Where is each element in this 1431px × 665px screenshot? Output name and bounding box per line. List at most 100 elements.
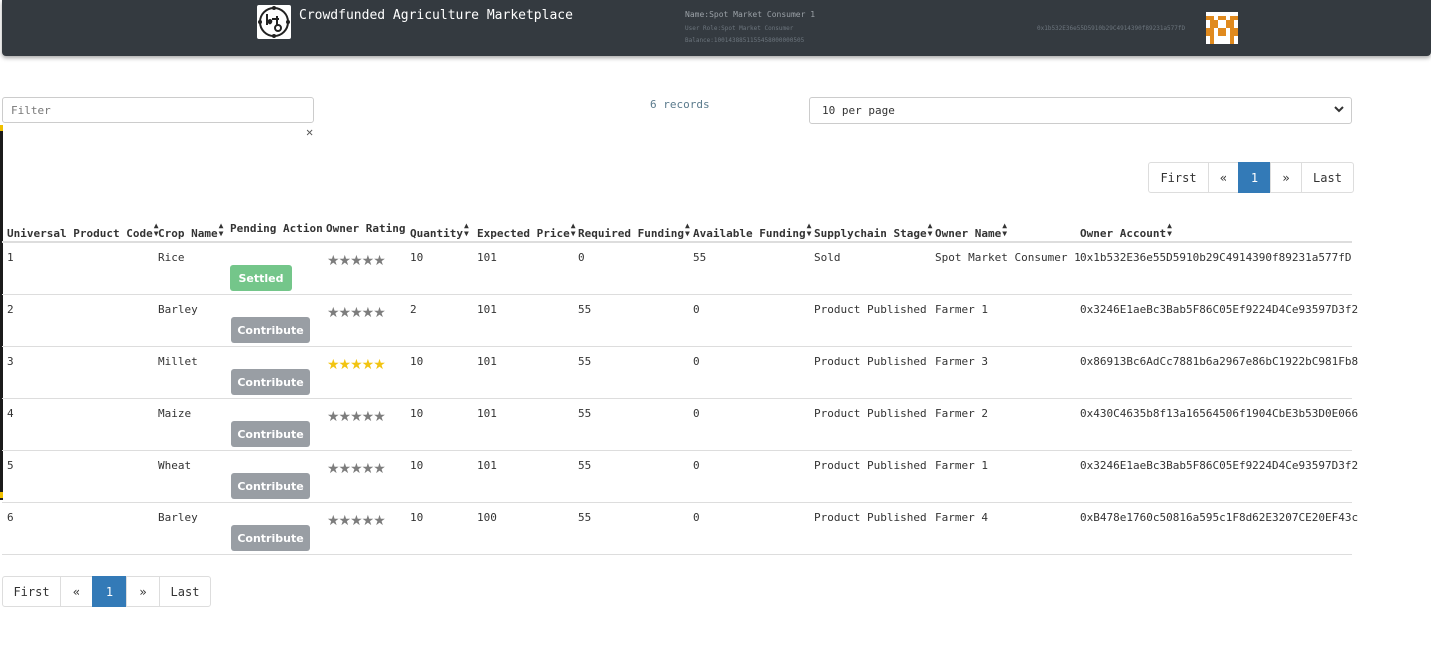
cell-upc: 1 <box>7 251 14 264</box>
col-upc[interactable]: Universal Product Code▲ ▼ <box>7 222 159 241</box>
cell-owner-name: Farmer 4 <box>935 511 988 524</box>
cell-crop-name: Barley <box>158 511 198 524</box>
user-name: Name:Spot Market Consumer 1 <box>685 10 816 19</box>
current-page-button[interactable]: 1 <box>1238 162 1271 193</box>
table-row: 5 Wheat Contribute ★★★★★ 10 101 55 0 Pro… <box>2 451 1358 503</box>
user-role: User Role:Spot Market Consumer <box>685 25 794 32</box>
cell-quantity: 10 <box>410 251 424 264</box>
contribute-button[interactable]: Contribute <box>231 369 310 395</box>
col-required-funding[interactable]: Required Funding▲ ▼ <box>578 221 690 241</box>
settled-button[interactable]: Settled <box>230 265 292 291</box>
cell-crop-name: Millet <box>158 355 198 368</box>
prev-page-button[interactable]: « <box>1208 162 1239 193</box>
contribute-button[interactable]: Contribute <box>231 525 310 551</box>
first-page-button[interactable]: First <box>2 576 61 607</box>
pagination-top: First « 1 » Last <box>1148 162 1354 193</box>
sort-icon: ▲ ▼ <box>684 221 690 238</box>
cell-owner-name: Farmer 2 <box>935 407 988 420</box>
navbar: Crowdfunded Agriculture Marketplace Name… <box>2 0 1431 56</box>
cell-expected-price: 101 <box>477 407 497 420</box>
table-header: Universal Product Code▲ ▼ Crop Name▲ ▼ Pen… <box>2 213 1352 243</box>
record-count: 6 records <box>650 98 710 111</box>
contribute-button[interactable]: Contribute <box>231 421 310 447</box>
cell-upc: 6 <box>7 511 14 524</box>
cell-expected-price: 101 <box>477 355 497 368</box>
table-row: 3 Millet Contribute ★★★★★ 10 101 55 0 Pr… <box>2 347 1358 399</box>
sort-icon: ▲ ▼ <box>1002 221 1008 238</box>
last-page-button[interactable]: Last <box>1301 162 1354 193</box>
col-owner-rating: Owner Rating <box>326 222 406 235</box>
cell-upc: 4 <box>7 407 14 420</box>
col-expected-price[interactable]: Expected Price▲ ▼ <box>477 222 576 241</box>
cell-quantity: 10 <box>410 355 424 368</box>
col-crop-name[interactable]: Crop Name▲ ▼ <box>158 221 224 241</box>
cell-quantity: 10 <box>410 511 424 524</box>
sort-icon: ▲ ▼ <box>806 221 812 238</box>
cell-owner-name: Spot Market Consumer 1 <box>935 251 1081 264</box>
cell-available-funding: 55 <box>693 251 707 264</box>
cell-upc: 2 <box>7 303 14 316</box>
cell-upc: 3 <box>7 355 14 368</box>
cell-owner-account: 0x86913Bc6AdCc7881b6a2967e86bC1922bC981F… <box>1080 355 1359 368</box>
cell-quantity: 2 <box>410 303 417 316</box>
cell-expected-price: 101 <box>477 251 497 264</box>
cell-owner-account: 0x1b532E36e55D5910b29C4914390f89231a577f… <box>1080 251 1352 264</box>
sort-icon: ▲ ▼ <box>463 221 469 238</box>
cell-owner-name: Farmer 3 <box>935 355 988 368</box>
cell-owner-account: 0xB478e1760c50816a595c1F8d62E3207CE20EF4… <box>1080 511 1359 524</box>
cell-quantity: 10 <box>410 459 424 472</box>
clear-filter-icon[interactable]: ✕ <box>306 125 313 139</box>
products-table: Universal Product Code▲ ▼ Crop Name▲ ▼ Pen… <box>2 213 1358 555</box>
table-row: 4 Maize Contribute ★★★★★ 10 101 55 0 Pro… <box>2 399 1358 451</box>
cell-available-funding: 0 <box>693 303 700 316</box>
col-quantity[interactable]: Quantity▲ ▼ <box>410 221 469 241</box>
contribute-button[interactable]: Contribute <box>231 473 310 499</box>
col-owner-name[interactable]: Owner Name▲ ▼ <box>935 221 1008 241</box>
col-available-funding[interactable]: Available Funding▲ ▼ <box>693 221 812 241</box>
col-owner-account[interactable]: Owner Account▲ ▼ <box>1080 221 1172 241</box>
page-size-select[interactable]: 10 per page <box>809 97 1352 124</box>
next-page-button[interactable]: » <box>126 576 160 607</box>
cell-required-funding: 55 <box>578 407 592 420</box>
col-supplychain-stage[interactable]: Supplychain Stage▲ ▼ <box>814 222 932 241</box>
app-logo-icon <box>257 5 291 39</box>
current-page-button[interactable]: 1 <box>92 576 127 607</box>
app-title: Crowdfunded Agriculture Marketplace <box>299 8 573 23</box>
owner-rating-stars: ★★★★★ <box>327 357 386 373</box>
first-page-button[interactable]: First <box>1148 162 1209 193</box>
cell-expected-price: 101 <box>477 303 497 316</box>
cell-available-funding: 0 <box>693 355 700 368</box>
filter-input[interactable] <box>2 97 314 123</box>
cell-required-funding: 55 <box>578 355 592 368</box>
sort-icon: ▲ ▼ <box>1167 221 1172 238</box>
cell-expected-price: 101 <box>477 459 497 472</box>
user-balance: Balance:1001438851155458000000505 <box>685 37 805 44</box>
sort-icon: ▲ ▼ <box>218 221 224 238</box>
cell-quantity: 10 <box>410 407 424 420</box>
last-page-button[interactable]: Last <box>159 576 211 607</box>
cell-expected-price: 100 <box>477 511 497 524</box>
contribute-button[interactable]: Contribute <box>231 317 310 343</box>
cell-owner-account: 0x3246E1aeBc3Bab5F86C05Ef9224D4Ce93597D3… <box>1080 303 1359 316</box>
owner-rating-stars: ★★★★★ <box>327 513 386 529</box>
cell-required-funding: 55 <box>578 303 592 316</box>
account-address: 0x1b532E36e55D5910b29C4914390f89231a577f… <box>1037 25 1186 32</box>
next-page-button[interactable]: » <box>1270 162 1302 193</box>
owner-rating-stars: ★★★★★ <box>327 305 386 321</box>
cell-available-funding: 0 <box>693 511 700 524</box>
cell-supplychain-stage: Product Published <box>814 511 927 524</box>
prev-page-button[interactable]: « <box>60 576 93 607</box>
owner-rating-stars: ★★★★★ <box>327 409 386 425</box>
cell-owner-account: 0x430C4635b8f13a16564506f1904CbE3b53D0E0… <box>1080 407 1359 420</box>
cell-upc: 5 <box>7 459 14 472</box>
identicon-avatar <box>1206 12 1238 44</box>
cell-supplychain-stage: Sold <box>814 251 841 264</box>
cell-supplychain-stage: Product Published <box>814 407 927 420</box>
page-size-value: 10 per page <box>822 104 895 117</box>
table-row: 2 Barley Contribute ★★★★★ 2 101 55 0 Pro… <box>2 295 1358 347</box>
pagination-bottom: First « 1 » Last <box>2 576 211 607</box>
cell-crop-name: Rice <box>158 251 185 264</box>
chevron-down-icon <box>1333 102 1345 116</box>
cell-crop-name: Wheat <box>158 459 192 472</box>
owner-rating-stars: ★★★★★ <box>327 461 386 477</box>
